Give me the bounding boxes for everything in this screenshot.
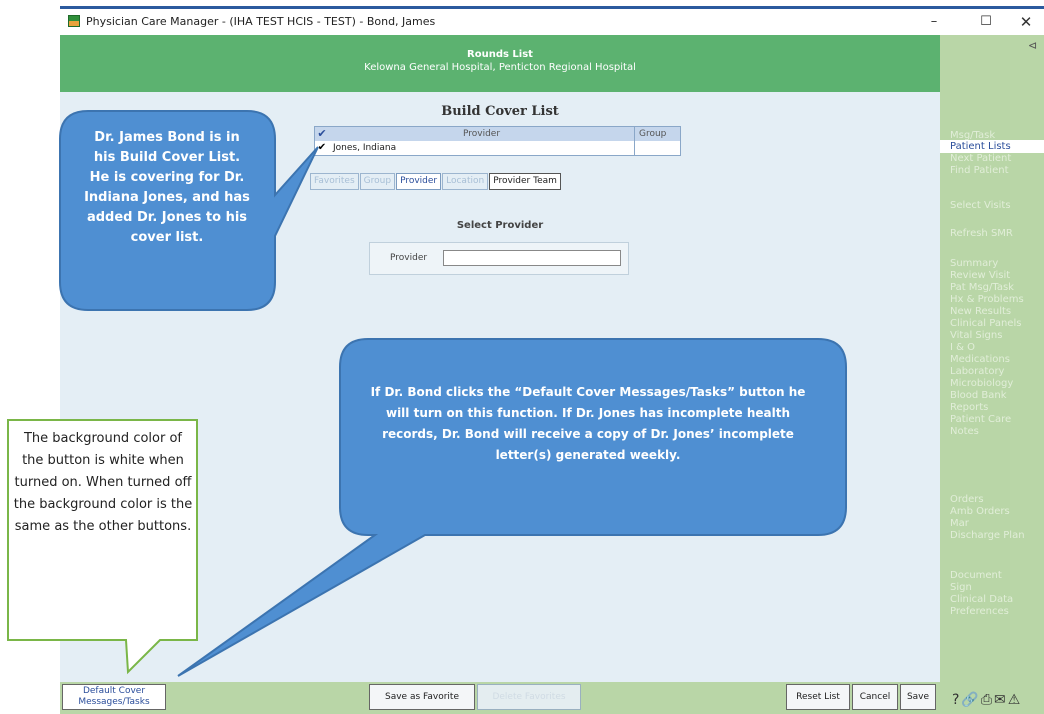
button-color-note-text: The background color of the button is wh… — [13, 431, 193, 534]
provider-callout-text: Dr. James Bond is in his Build Cover Lis… — [84, 130, 250, 245]
annotation-shapes — [7, 110, 847, 677]
default-cover-callout-text: If Dr. Bond clicks the “Default Cover Me… — [370, 385, 806, 462]
